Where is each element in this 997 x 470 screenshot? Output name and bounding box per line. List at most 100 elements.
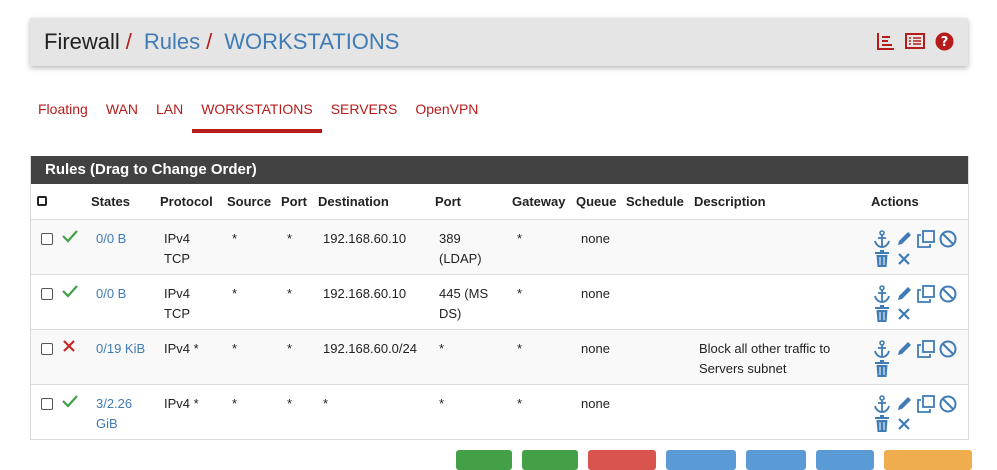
trash-icon[interactable] bbox=[872, 304, 892, 324]
svg-text:?: ? bbox=[940, 35, 948, 50]
anchor-icon[interactable] bbox=[872, 229, 892, 249]
col-destination[interactable]: Destination bbox=[318, 184, 435, 220]
copy-icon[interactable] bbox=[916, 339, 936, 359]
col-gateway[interactable]: Gateway bbox=[512, 184, 576, 220]
col-dest-port[interactable]: Port bbox=[435, 184, 512, 220]
protocol: IPv4 * bbox=[164, 340, 199, 356]
pass-icon[interactable] bbox=[62, 284, 78, 301]
states-link[interactable]: 0/0 B bbox=[96, 286, 126, 301]
chart-icon[interactable] bbox=[876, 31, 896, 51]
delete-x-icon[interactable] bbox=[894, 249, 914, 269]
disable-icon[interactable] bbox=[938, 229, 958, 249]
row-actions bbox=[872, 229, 964, 269]
copy-icon[interactable] bbox=[916, 229, 936, 249]
source-port: * bbox=[287, 340, 293, 356]
dest-port-line2: DS) bbox=[439, 305, 462, 321]
pencil-icon[interactable] bbox=[894, 229, 914, 249]
trash-icon[interactable] bbox=[872, 359, 892, 379]
tab-floating[interactable]: Floating bbox=[29, 92, 97, 129]
delete-x-icon[interactable] bbox=[894, 414, 914, 434]
destination: 192.168.60.10 bbox=[323, 285, 407, 301]
table-row[interactable]: 3/2.26 GiB IPv4 * * * * * * none bbox=[31, 384, 968, 440]
table-row[interactable]: 0/19 KiB IPv4 * * * 192.168.60.0/24 * * … bbox=[31, 329, 968, 385]
copy-icon[interactable] bbox=[916, 284, 936, 304]
source-port: * bbox=[287, 285, 293, 301]
protocol: IPv4 bbox=[164, 230, 191, 246]
breadcrumb-firewall: Firewall bbox=[44, 29, 120, 54]
tab-servers[interactable]: SERVERS bbox=[322, 92, 407, 129]
disable-icon[interactable] bbox=[938, 284, 958, 304]
breadcrumb-rules-link[interactable]: Rules bbox=[144, 29, 200, 55]
col-schedule[interactable]: Schedule bbox=[626, 184, 694, 220]
pencil-icon[interactable] bbox=[894, 284, 914, 304]
table-row[interactable]: 0/0 B IPv4 TCP * * 192.168.60.10 445 (MS D… bbox=[31, 274, 968, 330]
breadcrumb: Firewall / Rules / WORKSTATIONS bbox=[44, 29, 399, 55]
select-all-checkbox[interactable] bbox=[37, 195, 47, 206]
row-checkbox[interactable] bbox=[41, 287, 53, 300]
disable-icon[interactable] bbox=[938, 394, 958, 414]
gateway: * bbox=[517, 230, 523, 246]
states-link[interactable]: 0/19 KiB bbox=[96, 341, 145, 356]
toggle-button[interactable] bbox=[666, 450, 736, 470]
page-header: Firewall / Rules / WORKSTATIONS ? bbox=[30, 18, 968, 66]
destination: 192.168.60.0/24 bbox=[323, 340, 417, 356]
states-link[interactable]: 0/0 B bbox=[96, 231, 126, 246]
gateway: * bbox=[517, 285, 523, 301]
col-description[interactable]: Description bbox=[694, 184, 871, 220]
save-button[interactable] bbox=[746, 450, 806, 470]
add-top-button[interactable] bbox=[456, 450, 512, 470]
col-source[interactable]: Source bbox=[227, 184, 281, 220]
block-icon[interactable] bbox=[62, 339, 76, 356]
col-actions: Actions bbox=[871, 184, 968, 220]
copy-icon[interactable] bbox=[916, 394, 936, 414]
states-link-line2[interactable]: GiB bbox=[96, 414, 159, 434]
protocol-line2: TCP bbox=[164, 250, 190, 266]
list-icon[interactable] bbox=[905, 31, 925, 51]
protocol: IPv4 * bbox=[164, 395, 199, 411]
pass-icon[interactable] bbox=[62, 229, 78, 246]
table-row[interactable]: 0/0 B IPv4 TCP * * 192.168.60.10 389 (LDAP… bbox=[31, 219, 968, 275]
gateway: * bbox=[517, 395, 523, 411]
delete-button[interactable] bbox=[588, 450, 656, 470]
row-actions bbox=[872, 339, 964, 379]
col-queue[interactable]: Queue bbox=[576, 184, 626, 220]
disable-icon[interactable] bbox=[938, 339, 958, 359]
row-checkbox[interactable] bbox=[41, 342, 53, 355]
pencil-icon[interactable] bbox=[894, 339, 914, 359]
tab-workstations[interactable]: WORKSTATIONS bbox=[192, 92, 323, 133]
delete-x-icon[interactable] bbox=[894, 304, 914, 324]
anchor-icon[interactable] bbox=[872, 394, 892, 414]
dest-port-line2: (LDAP) bbox=[439, 250, 482, 266]
source: * bbox=[232, 230, 238, 246]
row-checkbox[interactable] bbox=[41, 232, 53, 245]
pencil-icon[interactable] bbox=[894, 394, 914, 414]
extra-button[interactable] bbox=[884, 450, 972, 470]
dest-port: 389 bbox=[439, 230, 461, 246]
separator-button[interactable] bbox=[816, 450, 874, 470]
queue: none bbox=[581, 340, 610, 356]
protocol-line2: TCP bbox=[164, 305, 190, 321]
source-port: * bbox=[287, 395, 293, 411]
add-bottom-button[interactable] bbox=[522, 450, 578, 470]
tab-openvpn[interactable]: OpenVPN bbox=[406, 92, 487, 129]
breadcrumb-interface-link[interactable]: WORKSTATIONS bbox=[224, 29, 399, 55]
anchor-icon[interactable] bbox=[872, 339, 892, 359]
tab-wan[interactable]: WAN bbox=[97, 92, 147, 129]
pass-icon[interactable] bbox=[62, 394, 78, 411]
dest-port: 445 (MS bbox=[439, 285, 489, 301]
row-checkbox[interactable] bbox=[41, 397, 53, 410]
trash-icon[interactable] bbox=[872, 249, 892, 269]
anchor-icon[interactable] bbox=[872, 284, 892, 304]
destination: 192.168.60.10 bbox=[323, 230, 407, 246]
help-icon[interactable]: ? bbox=[934, 31, 954, 51]
col-states[interactable]: States bbox=[91, 184, 160, 220]
source: * bbox=[232, 395, 238, 411]
trash-icon[interactable] bbox=[872, 414, 892, 434]
col-protocol[interactable]: Protocol bbox=[160, 184, 227, 220]
rules-panel: Rules (Drag to Change Order) States Prot… bbox=[30, 156, 969, 440]
col-source-port[interactable]: Port bbox=[281, 184, 318, 220]
queue: none bbox=[581, 395, 610, 411]
states-link[interactable]: 3/2.26 bbox=[96, 394, 159, 414]
tab-lan[interactable]: LAN bbox=[147, 92, 192, 129]
description: Block all other traffic to bbox=[699, 340, 831, 356]
